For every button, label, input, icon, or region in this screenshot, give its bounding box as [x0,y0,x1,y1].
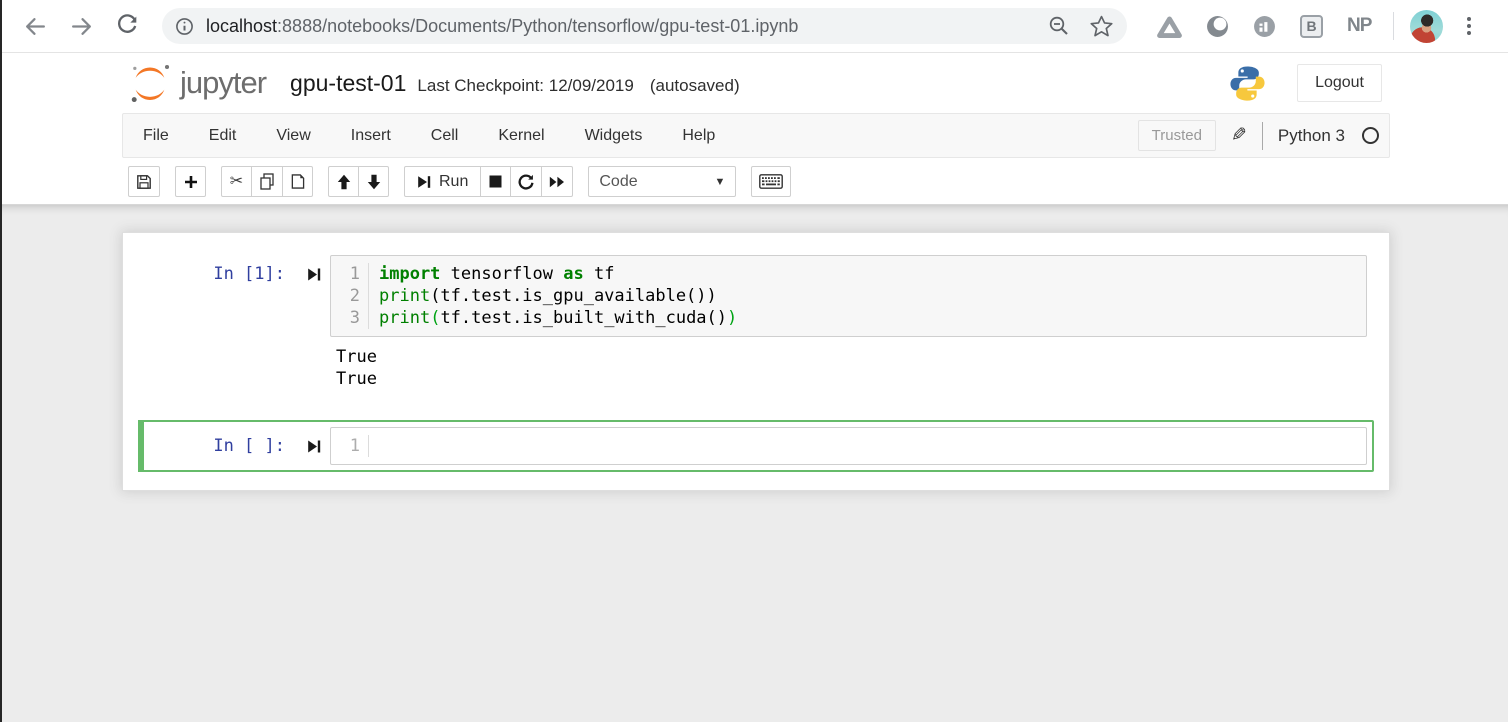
arrow-down-icon [367,174,381,190]
code-cell-2[interactable]: In [ ]: 1 [138,420,1374,472]
logout-button[interactable]: Logout [1297,64,1382,102]
reload-icon[interactable] [112,11,142,41]
line-number-gutter: 123 [331,263,369,329]
code-editor[interactable] [369,435,1366,457]
scissors-icon: ✂ [230,174,243,190]
b-extension-icon[interactable]: B [1300,15,1323,38]
page-info-icon[interactable] [175,17,194,36]
trusted-button[interactable]: Trusted [1138,120,1216,151]
menu-widgets[interactable]: Widgets [565,114,663,157]
stop-icon [489,175,502,188]
output-line: True [336,346,1361,368]
menu-kernel[interactable]: Kernel [478,114,564,157]
kernel-name: Python 3 [1278,126,1345,146]
restart-kernel-button[interactable] [510,166,542,197]
drive-extension-icon[interactable] [1157,15,1182,38]
bookmark-star-icon[interactable] [1090,15,1113,38]
menu-insert[interactable]: Insert [331,114,411,157]
back-icon[interactable] [20,11,50,41]
jupyter-logo-icon [127,63,173,104]
menu-edit[interactable]: Edit [189,114,257,157]
browser-toolbar: localhost:8888/notebooks/Documents/Pytho… [2,0,1508,53]
python-logo-icon [1228,64,1267,103]
divider [1393,12,1394,40]
insert-cell-below-button[interactable] [175,166,206,197]
forward-icon[interactable] [66,11,96,41]
paste-icon [290,173,305,190]
chevron-down-icon: ▼ [714,176,725,188]
keyboard-icon [759,174,783,189]
move-cell-down-button[interactable] [358,166,389,197]
save-icon [136,174,152,190]
code-editor[interactable]: import tensorflow as tfprint(tf.test.is_… [369,263,1366,329]
output-line: True [336,368,1361,390]
run-cell-icon[interactable] [307,439,321,459]
kernel-idle-icon [1362,127,1379,144]
autosave-status: (autosaved) [650,76,740,96]
notebook-title[interactable]: gpu-test-01 [290,70,406,97]
menu-view[interactable]: View [256,114,330,157]
code-input-area[interactable]: 1 [330,427,1367,465]
checkpoint-status: Last Checkpoint: 12/09/2019 [417,76,633,96]
run-cell-icon[interactable] [307,267,321,287]
menu-help[interactable]: Help [662,114,735,157]
menu-cell[interactable]: Cell [411,114,479,157]
code-input-area[interactable]: 123 import tensorflow as tfprint(tf.test… [330,255,1367,337]
extensions-area: B NP [1157,15,1371,38]
browser-menu-icon[interactable] [1463,13,1475,39]
line-number-gutter: 1 [331,435,369,457]
menubar: File Edit View Insert Cell Kernel Widget… [122,113,1390,158]
jupyter-logo[interactable]: jupyter [127,63,266,104]
step-forward-icon [417,175,431,189]
cell-type-dropdown[interactable]: Code ▼ [588,166,736,197]
cut-cells-button[interactable]: ✂ [221,166,252,197]
restart-run-all-button[interactable] [541,166,573,197]
interrupt-kernel-button[interactable] [480,166,511,197]
arrow-up-icon [337,174,351,190]
np-extension-icon[interactable]: NP [1347,15,1371,37]
analytics-extension-icon[interactable] [1253,15,1276,38]
notebook-toolbar: ✂ Run Code ▼ [2,159,1508,205]
profile-avatar[interactable] [1410,10,1443,43]
plus-icon [184,175,198,189]
circle-extension-icon[interactable] [1206,15,1229,38]
command-palette-button[interactable] [751,166,791,197]
menubar-row: File Edit View Insert Cell Kernel Widget… [2,113,1508,159]
edit-mode-pencil-icon: ✎ [1231,124,1247,147]
menu-file[interactable]: File [123,114,189,157]
input-prompt: In [1]: [213,264,285,284]
code-cell-1[interactable]: In [1]: 123 import tensorflow as tfprint… [138,248,1374,409]
notebook-body: In [1]: 123 import tensorflow as tfprint… [2,205,1508,722]
cell-output: True True [330,337,1367,402]
jupyter-logo-text: jupyter [180,65,266,101]
move-cell-up-button[interactable] [328,166,359,197]
save-button[interactable] [128,166,160,197]
divider [1262,122,1263,150]
copy-icon [259,173,275,190]
notebook-container: In [1]: 123 import tensorflow as tfprint… [122,232,1390,491]
input-prompt: In [ ]: [213,436,285,456]
notebook-header: jupyter gpu-test-01 Last Checkpoint: 12/… [2,53,1508,113]
zoom-out-icon[interactable] [1048,15,1070,37]
restart-icon [518,174,534,190]
copy-cells-button[interactable] [251,166,283,197]
fast-forward-icon [549,176,565,188]
address-bar[interactable]: localhost:8888/notebooks/Documents/Pytho… [162,8,1127,44]
paste-cells-button[interactable] [282,166,313,197]
url-text[interactable]: localhost:8888/notebooks/Documents/Pytho… [206,16,798,37]
run-button[interactable]: Run [404,166,481,197]
